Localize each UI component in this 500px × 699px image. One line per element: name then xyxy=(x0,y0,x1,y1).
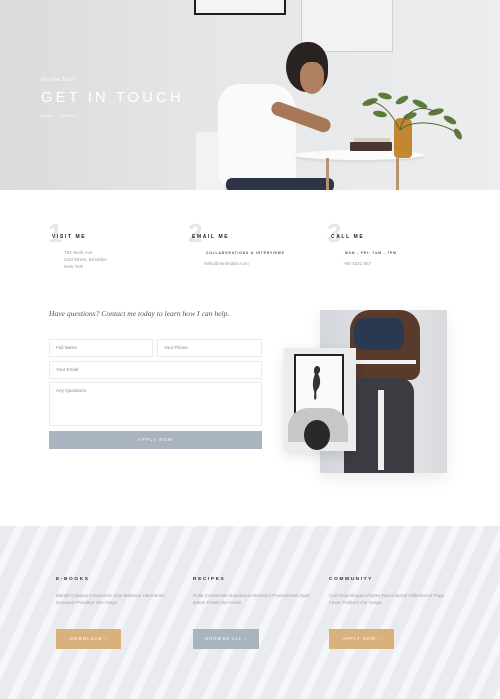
contact-subheading: COLLABORATIONS & INTERVIEWS xyxy=(206,251,285,255)
phone-link[interactable]: +88 4321 567 xyxy=(343,261,371,266)
contact-number: 1 xyxy=(48,218,63,248)
email-input[interactable]: Your Email xyxy=(49,361,262,379)
address-line: New York xyxy=(64,264,84,269)
form-prompt: Have questions? Contact me today to lear… xyxy=(49,309,230,318)
hero-eyebrow: Pro Oss Tutcr xyxy=(41,77,75,83)
art-photo xyxy=(284,348,356,451)
apply-now-button[interactable]: APPLY NOW › xyxy=(329,629,394,649)
resource-ebooks: E-BOOKS Mensb Conduunt Impertere Ante Ma… xyxy=(56,577,176,606)
page-title: GET IN TOUCH xyxy=(41,89,184,106)
questions-textarea[interactable]: Any Questions xyxy=(49,382,262,426)
resources-section xyxy=(0,526,500,699)
table-leg xyxy=(326,158,329,190)
breadcrumb[interactable]: HOME / CONTACT xyxy=(41,114,79,118)
person-jeans xyxy=(226,178,334,190)
browse-all-button[interactable]: BROWSE ALL › xyxy=(193,629,259,649)
measuring-tape xyxy=(378,390,384,470)
full-name-input[interactable]: Full Name xyxy=(49,339,153,357)
resource-title: RECIPES xyxy=(193,577,226,582)
resource-title: COMMUNITY xyxy=(329,577,373,582)
contact-number: 3 xyxy=(327,218,342,248)
table-leg xyxy=(396,158,399,190)
plant-icon xyxy=(362,92,462,140)
resource-description: Cum Koporibagen Partes Rita Kopronl Holl… xyxy=(329,593,445,605)
light-rays xyxy=(0,526,500,699)
measuring-tape xyxy=(350,360,416,364)
seahorse-icon xyxy=(312,366,321,400)
contact-number: 2 xyxy=(188,218,203,248)
photo-hair xyxy=(304,420,330,450)
contact-heading: CALL ME xyxy=(331,234,365,240)
resource-description: Mensb Conduunt Impertere Ante Malenae Ui… xyxy=(56,593,165,605)
contact-heading: EMAIL ME xyxy=(192,234,230,240)
person-shirt xyxy=(218,84,296,184)
resource-community: COMMUNITY Cum Koporibagen Partes Rita Ko… xyxy=(329,577,449,606)
address-line: 784 Work Ave xyxy=(64,250,93,255)
resource-recipes: RECIPES Nulla Consectete Bepulanus Memmi… xyxy=(193,577,313,606)
wall-frame-image xyxy=(194,0,286,15)
contact-subheading: MON - FRI: 7AM - 7PM xyxy=(345,251,397,255)
photo-top xyxy=(354,318,404,350)
person-face xyxy=(300,62,324,94)
resource-description: Nulla Consectete Bepulanus Memmim Prorev… xyxy=(193,593,310,605)
address-line: Grid Street, Brooklyn xyxy=(64,257,107,262)
resource-title: E-BOOKS xyxy=(56,577,90,582)
contact-heading: VISIT ME xyxy=(52,234,87,240)
apply-now-button[interactable]: APPLY NOW xyxy=(49,431,262,449)
download-button[interactable]: DOWNLOAD › xyxy=(56,629,121,649)
email-link[interactable]: hello@minimalist.com xyxy=(204,261,249,266)
phone-input[interactable]: Your Phone xyxy=(157,339,262,357)
hero-banner: Pro Oss Tutcr GET IN TOUCH HOME / CONTAC… xyxy=(0,0,500,190)
